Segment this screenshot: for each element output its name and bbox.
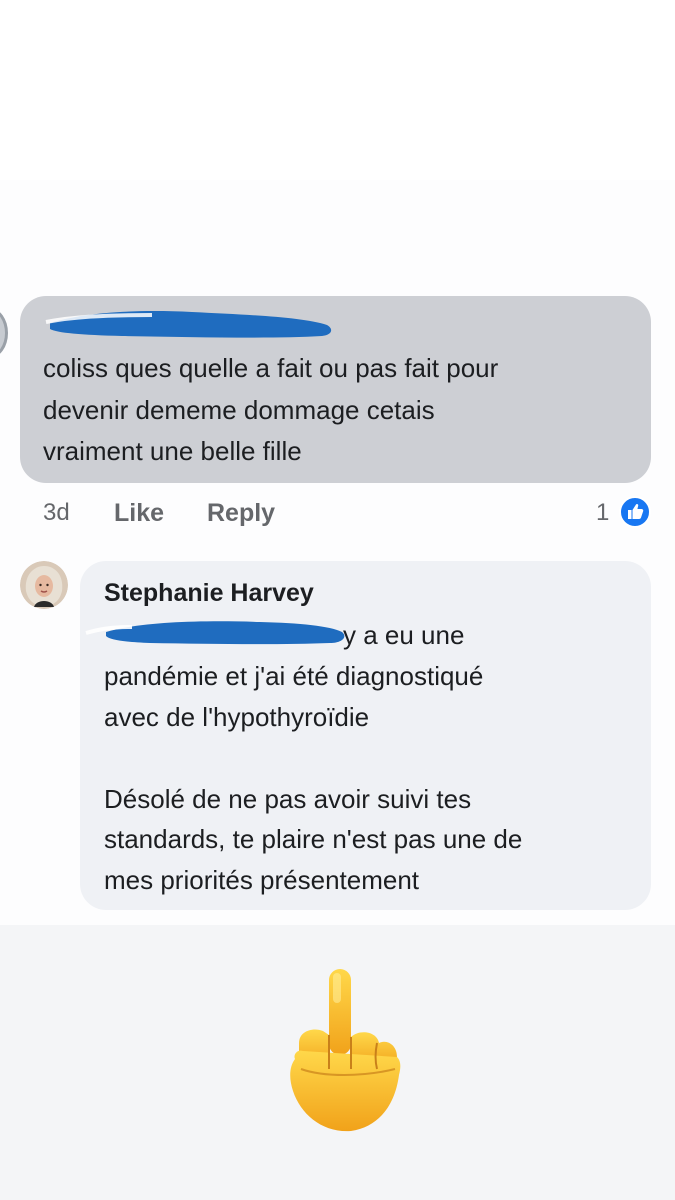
- reply-text-line-3: avec de l'hypothyroïdie: [104, 702, 370, 732]
- reaction-count[interactable]: 1: [596, 497, 609, 529]
- middle-finger-emoji-icon: [290, 969, 401, 1132]
- reply-text-line-6: standards, te plaire n'est pas une de: [104, 824, 523, 854]
- comment-text-line-1: coliss ques quelle a fait ou pas fait po…: [43, 353, 499, 383]
- like-button[interactable]: Like: [114, 497, 164, 529]
- reply-author-avatar[interactable]: [20, 561, 68, 609]
- reply-author-name[interactable]: Stephanie Harvey: [104, 576, 314, 610]
- reply-text-line-2: pandémie et j'ai été diagnostiqué: [104, 661, 484, 691]
- redacted-mention: [85, 621, 345, 645]
- reply-text-line-5: Désolé de ne pas avoir suivi tes: [104, 784, 472, 814]
- reply-button[interactable]: Reply: [207, 497, 275, 529]
- comment-timestamp: 3d: [43, 499, 70, 526]
- thumbs-up-icon[interactable]: [619, 496, 651, 528]
- reply-text-line-7: mes priorités présentement: [104, 865, 420, 895]
- blank-header-area: [0, 0, 675, 180]
- comment-text-line-2: devenir dememe dommage cetais: [43, 395, 435, 425]
- reply-text-line-1: y a eu une: [343, 620, 465, 650]
- comment-text-line-3: vraiment une belle fille: [43, 436, 302, 466]
- redacted-commenter-name: [45, 311, 332, 338]
